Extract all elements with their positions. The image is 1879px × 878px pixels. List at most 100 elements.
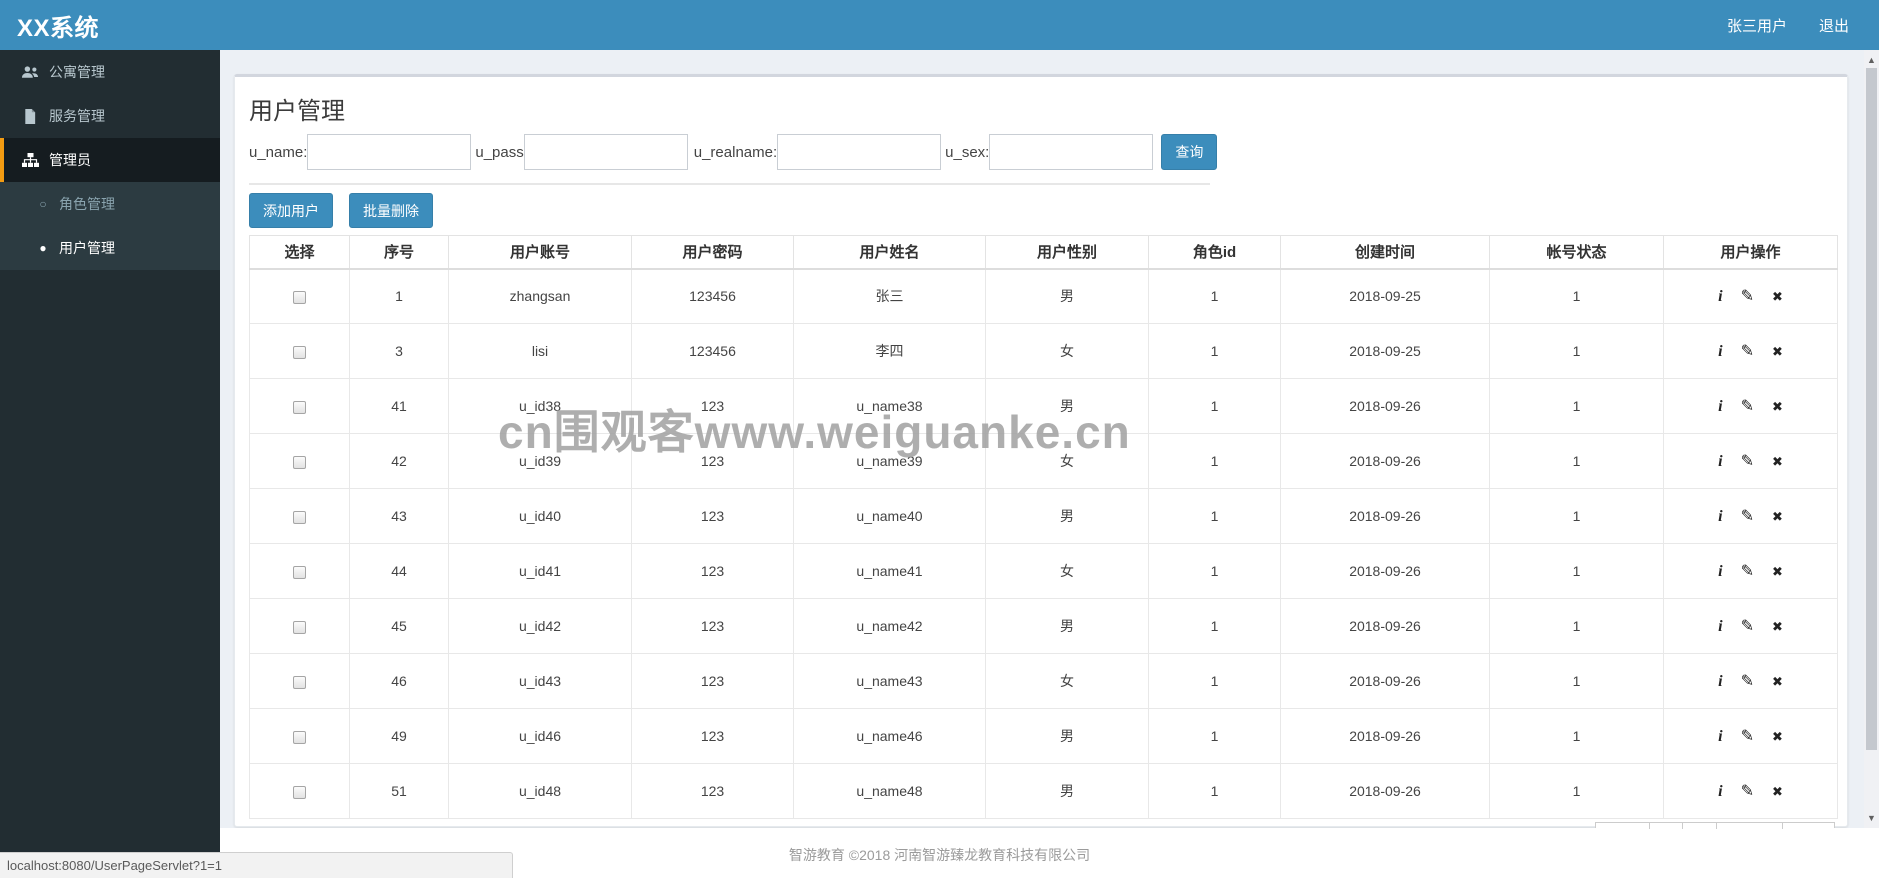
cell-account: u_id46 (448, 708, 632, 764)
cell-created: 2018-09-26 (1280, 543, 1490, 599)
u-realname-input[interactable] (777, 134, 942, 170)
row-checkbox[interactable] (293, 455, 306, 469)
edit-pencil-icon[interactable]: ✎ (1741, 616, 1754, 636)
delete-x-icon[interactable]: ✖ (1772, 784, 1783, 800)
row-checkbox[interactable] (293, 565, 306, 579)
row-checkbox[interactable] (293, 675, 306, 689)
edit-pencil-icon[interactable]: ✎ (1741, 286, 1754, 306)
edit-pencil-icon[interactable]: ✎ (1741, 781, 1754, 801)
row-checkbox[interactable] (293, 785, 306, 799)
table-row: 3 lisi 123456 李四女 1 2018-09-25 1 i ✎ ✖ (249, 323, 1838, 379)
cell-status: 1 (1489, 653, 1664, 709)
cell-name: u_name39 (793, 433, 986, 489)
delete-x-icon[interactable]: ✖ (1772, 289, 1783, 305)
batch-delete-button[interactable]: 批量删除 (349, 193, 433, 228)
scroll-down-arrow-icon[interactable]: ▼ (1864, 810, 1879, 826)
row-checkbox[interactable] (293, 400, 306, 414)
scrollbar-thumb[interactable] (1866, 68, 1877, 750)
sidebar-item-role-management[interactable]: ○ 角色管理 (0, 182, 220, 226)
cell-seq: 51 (349, 763, 449, 819)
edit-pencil-icon[interactable]: ✎ (1741, 451, 1754, 471)
row-checkbox[interactable] (293, 510, 306, 524)
table-row: 42 u_id39 123 u_name39 女 1 2018-09-26 1 i ✎ ✖ (249, 433, 1838, 489)
edit-pencil-icon[interactable]: ✎ (1741, 396, 1754, 416)
cell-sex: 男 (985, 598, 1149, 654)
sidebar-item-label: 服务管理 (49, 108, 105, 124)
info-icon[interactable]: i (1718, 453, 1722, 471)
search-button[interactable]: 查询 (1161, 134, 1218, 170)
cell-sex: 男 (985, 268, 1149, 324)
cell-seq: 46 (349, 653, 449, 709)
info-icon[interactable]: i (1718, 508, 1722, 526)
circle-outline-icon: ○ (39, 197, 47, 211)
edit-pencil-icon[interactable]: ✎ (1741, 506, 1754, 526)
vertical-scrollbar[interactable]: ▲ ▼ (1864, 50, 1879, 828)
edit-pencil-icon[interactable]: ✎ (1741, 341, 1754, 361)
row-checkbox[interactable] (293, 620, 306, 634)
edit-pencil-icon[interactable]: ✎ (1741, 671, 1754, 691)
info-icon[interactable]: i (1718, 728, 1722, 746)
scroll-up-arrow-icon[interactable]: ▲ (1864, 52, 1879, 68)
row-checkbox[interactable] (293, 345, 306, 359)
sidebar-item-user-management[interactable]: ● 用户管理 (0, 226, 220, 270)
current-user-link[interactable]: 张三用户 (1711, 0, 1803, 50)
delete-x-icon[interactable]: ✖ (1772, 344, 1783, 360)
cell-actions: i ✎ ✖ (1663, 708, 1838, 764)
sidebar-item-label: 管理员 (49, 152, 91, 168)
search-form: u_name: u_pass u_realname: u_sex: 查询 (249, 130, 1833, 174)
u-name-input[interactable] (307, 134, 472, 170)
info-icon[interactable]: i (1718, 618, 1722, 636)
cell-status: 1 (1489, 763, 1664, 819)
row-checkbox[interactable] (293, 291, 306, 305)
navbar-right: 张三用户 退出 (1711, 0, 1865, 50)
table-row: 44 u_id41 123 u_name41 女 1 2018-09-26 1 i ✎ ✖ (249, 543, 1838, 599)
logout-link[interactable]: 退出 (1803, 0, 1865, 50)
cell-role_id: 1 (1148, 763, 1281, 819)
cell-created: 2018-09-26 (1280, 598, 1490, 654)
delete-x-icon[interactable]: ✖ (1772, 674, 1783, 690)
cell-status: 1 (1489, 708, 1664, 764)
add-user-button[interactable]: 添加用户 (249, 193, 333, 228)
sidebar-item-admin[interactable]: 管理员 (0, 138, 220, 182)
cell-created: 2018-09-25 (1280, 323, 1490, 379)
delete-x-icon[interactable]: ✖ (1772, 509, 1783, 525)
delete-x-icon[interactable]: ✖ (1772, 399, 1783, 415)
cell-role_id: 1 (1148, 543, 1281, 599)
info-icon[interactable]: i (1718, 343, 1722, 361)
edit-pencil-icon[interactable]: ✎ (1741, 726, 1754, 746)
cell-name: 张三 (793, 268, 986, 324)
sidebar-item-service[interactable]: 服务管理 (0, 94, 220, 138)
info-icon[interactable]: i (1718, 563, 1722, 581)
cell-sex: 女 (985, 543, 1149, 599)
cell-actions: i ✎ ✖ (1663, 433, 1838, 489)
cell-sex: 女 (985, 653, 1149, 709)
cell-name: u_name41 (793, 543, 986, 599)
delete-x-icon[interactable]: ✖ (1772, 564, 1783, 580)
delete-x-icon[interactable]: ✖ (1772, 729, 1783, 745)
cell-name: u_name46 (793, 708, 986, 764)
info-icon[interactable]: i (1718, 288, 1722, 306)
cell-actions: i ✎ ✖ (1663, 598, 1838, 654)
cell-role_id: 1 (1148, 598, 1281, 654)
row-checkbox[interactable] (293, 730, 306, 744)
cell-password: 123456 (631, 268, 794, 324)
cell-seq: 44 (349, 543, 449, 599)
sidebar: 公寓管理 服务管理 管理员 ○ 角色管理 ● 用户管理 (0, 50, 220, 853)
sidebar-item-apartment[interactable]: 公寓管理 (0, 50, 220, 94)
u-pass-input[interactable] (523, 134, 688, 170)
admin-submenu: ○ 角色管理 ● 用户管理 (0, 182, 220, 270)
info-icon[interactable]: i (1718, 398, 1722, 416)
info-icon[interactable]: i (1718, 783, 1722, 801)
cell-seq: 41 (349, 378, 449, 434)
info-icon[interactable]: i (1718, 673, 1722, 691)
edit-pencil-icon[interactable]: ✎ (1741, 561, 1754, 581)
cell-status: 1 (1489, 378, 1664, 434)
table-row: 1 zhangsan 123456 张三男 1 2018-09-25 1 i ✎ ✖ (249, 268, 1838, 324)
users-icon (19, 65, 41, 79)
u-sex-input[interactable] (989, 134, 1154, 170)
cell-role_id: 1 (1148, 268, 1281, 324)
page-title: 用户管理 (249, 98, 345, 125)
cell-account: u_id41 (448, 543, 632, 599)
delete-x-icon[interactable]: ✖ (1772, 454, 1783, 470)
delete-x-icon[interactable]: ✖ (1772, 619, 1783, 635)
